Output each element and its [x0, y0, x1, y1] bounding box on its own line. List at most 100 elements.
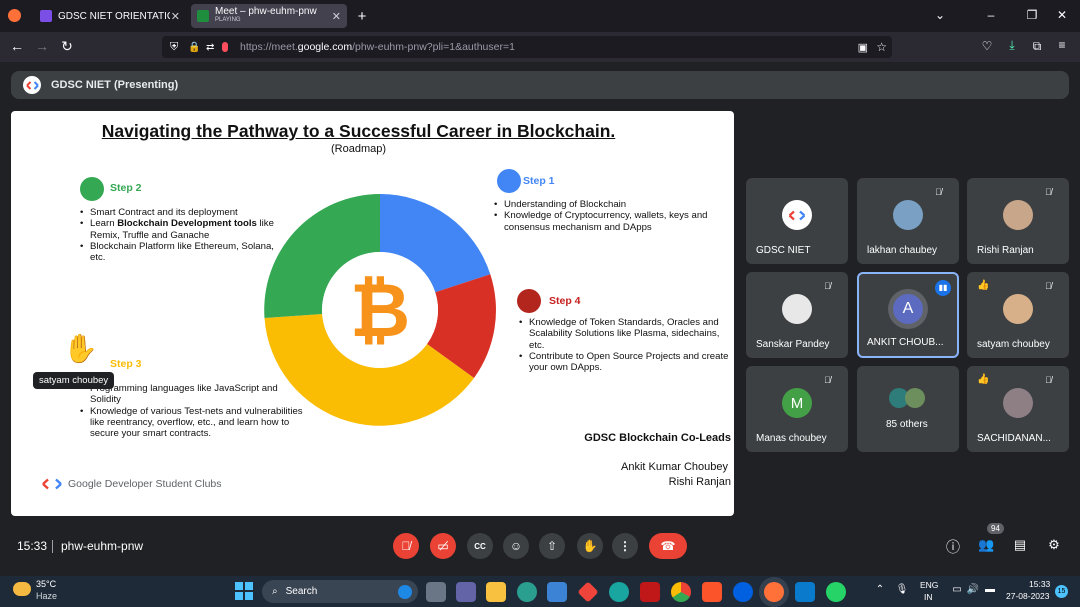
file-explorer-icon[interactable] — [486, 582, 506, 602]
participant-tile[interactable]: 🎙̸ lakhan chaubey — [857, 178, 959, 264]
start-icon[interactable] — [235, 582, 253, 600]
bitcoin-icon: ₿ — [350, 268, 410, 354]
bookmark-star-icon[interactable]: ☆ — [876, 40, 887, 54]
participant-tile[interactable]: GDSC NIET — [746, 178, 848, 264]
step1-list: Understanding of Blockchain Knowledge of… — [494, 199, 729, 233]
close-tab-icon[interactable]: ✕ — [332, 10, 341, 23]
pocket-icon[interactable]: ♡ — [979, 39, 995, 53]
step3-heading: Step 3 — [110, 358, 142, 370]
tab-gdsc-orientation[interactable]: GDSC NIET ORIENTATION :] - P... ✕ — [34, 4, 186, 28]
lock-icon[interactable]: 🔒 — [188, 42, 200, 53]
list-tabs-icon[interactable]: ⌄ — [932, 8, 948, 22]
participant-tile[interactable]: 🎙̸ M Manas choubey — [746, 366, 848, 452]
forward-icon[interactable]: → — [33, 38, 51, 54]
permissions-icon[interactable]: ⇄ — [206, 42, 214, 53]
participant-tile[interactable]: 🎙̸ Rishi Ranjan — [967, 178, 1069, 264]
teams-chat-icon[interactable] — [456, 582, 476, 602]
chat-icon[interactable]: ▤ — [1012, 537, 1028, 553]
step2-list: Smart Contract and its deployment Learn … — [80, 207, 280, 263]
address-bar[interactable]: ⛨ 🔒 ⇄ https://meet. google.com/phw-euhm-p… — [162, 36, 892, 58]
menu-icon[interactable]: ≡ — [1054, 38, 1070, 52]
firefox-icon[interactable] — [733, 582, 753, 602]
tab-meet[interactable]: Meet – phw-euhm-pnw PLAYING ✕ — [191, 4, 347, 28]
lead-name: Ankit Kumar Choubey — [621, 461, 728, 473]
lang1[interactable]: ENG — [920, 580, 938, 590]
whatsapp-icon[interactable] — [826, 582, 846, 602]
clock-time[interactable]: 15:33 — [1029, 579, 1050, 589]
mic-permission-icon[interactable] — [222, 42, 228, 52]
participant-tile[interactable]: 👍 🎙̸ satyam choubey — [967, 272, 1069, 358]
search-icon: ⌕ — [272, 586, 278, 597]
slide-title: Navigating the Pathway to a Successful C… — [101, 121, 616, 141]
reactions-button[interactable]: ☺ — [503, 533, 529, 559]
step4-heading: Step 4 — [549, 295, 581, 307]
close-tab-icon[interactable]: ✕ — [171, 10, 180, 23]
minimize-icon[interactable]: – — [983, 8, 999, 22]
gdsc-footer-logo: Google Developer Student Clubs — [41, 478, 222, 490]
mcafee-icon[interactable] — [640, 582, 660, 602]
participant-tile[interactable]: 🎙̸ Sanskar Pandey — [746, 272, 848, 358]
step1-heading: Step 1 — [523, 175, 555, 187]
people-icon[interactable]: 👥 — [978, 537, 994, 553]
lead-name: Rishi Ranjan — [668, 476, 731, 488]
slide-subtitle: (Roadmap) — [330, 143, 387, 155]
navigation-toolbar: ← → ↻ ⛨ 🔒 ⇄ https://meet. google.com/phw-… — [0, 32, 1080, 62]
network-icon[interactable]: ▭ — [949, 584, 965, 595]
notification-badge[interactable]: 15 — [1055, 585, 1068, 598]
show-hidden-icons-icon[interactable]: ⌃ — [872, 584, 888, 595]
avatar: M — [782, 388, 812, 418]
screen-share-icon[interactable]: ▣ — [858, 41, 868, 54]
leave-call-button[interactable]: ☎ — [649, 533, 687, 559]
firefox-active-icon[interactable] — [764, 582, 784, 602]
activities-icon[interactable]: ⚙ — [1046, 537, 1062, 553]
weather-desc: Haze — [36, 591, 58, 601]
volume-icon[interactable]: 🔊 — [965, 584, 981, 595]
store-icon[interactable] — [547, 582, 567, 602]
extensions-icon[interactable]: ⧉ — [1029, 39, 1045, 54]
avatar — [1003, 388, 1033, 418]
weather-icon[interactable] — [13, 582, 31, 596]
restore-icon[interactable]: ❐ — [1024, 8, 1040, 22]
gdsc-brackets-icon — [42, 478, 62, 490]
chrome-icon[interactable] — [671, 582, 691, 602]
mic-off-icon: 🎙̸ — [1045, 187, 1052, 197]
microphone-icon[interactable]: 🎙 — [894, 584, 910, 595]
others-tile[interactable]: 85 others — [857, 366, 959, 452]
task-view-icon[interactable] — [426, 582, 446, 602]
vscode-icon[interactable] — [795, 582, 815, 602]
step4-list: Knowledge of Token Standards, Oracles an… — [519, 317, 734, 373]
weather-temp: 35°C — [36, 579, 57, 589]
edge-icon[interactable] — [517, 582, 537, 602]
gdsc-tab-icon — [40, 10, 52, 22]
more-options-button[interactable]: ⋮ — [612, 533, 638, 559]
captions-button[interactable]: CC — [467, 533, 493, 559]
anydesk-icon[interactable] — [577, 581, 599, 603]
new-tab-icon[interactable]: + — [354, 8, 370, 25]
meeting-time: 15:33 — [17, 539, 48, 553]
thumbs-up-icon: 👍 — [977, 374, 990, 385]
back-icon[interactable]: ← — [8, 38, 26, 54]
raise-hand-button[interactable]: ✋ — [577, 533, 603, 559]
app-icon[interactable] — [609, 582, 629, 602]
participant-tile-active-speaker[interactable]: ▮▮ A ANKIT CHOUB... — [857, 272, 959, 358]
mic-toggle-button[interactable]: 🎙̸ — [393, 533, 419, 559]
close-window-icon[interactable]: ✕ — [1054, 8, 1070, 22]
participant-tile[interactable]: 👍 🎙̸ SACHIDANAN... — [967, 366, 1069, 452]
avatar — [1003, 294, 1033, 324]
brave-icon[interactable] — [702, 582, 722, 602]
clock-date[interactable]: 27-08-2023 — [1006, 591, 1049, 601]
present-button[interactable]: ⇧ — [539, 533, 565, 559]
lang2[interactable]: IN — [924, 592, 933, 602]
camera-toggle-button[interactable]: ▭̸ — [430, 533, 456, 559]
shield-icon[interactable]: ⛨ — [170, 41, 178, 54]
presenting-banner: GDSC NIET (Presenting) — [11, 71, 1069, 99]
battery-icon[interactable]: ▬ — [982, 584, 998, 595]
step3-list: Programming languages like JavaScript an… — [80, 383, 305, 439]
firefox-menu-icon[interactable] — [8, 9, 21, 22]
info-icon[interactable]: ⓘ — [945, 537, 961, 557]
search-box[interactable]: ⌕ Search — [262, 580, 418, 603]
reload-icon[interactable]: ↻ — [58, 38, 76, 55]
mic-off-icon: 🎙̸ — [824, 375, 831, 385]
reaction-name-tag: satyam choubey — [33, 372, 115, 389]
download-icon[interactable]: ⤓ — [1004, 38, 1020, 53]
